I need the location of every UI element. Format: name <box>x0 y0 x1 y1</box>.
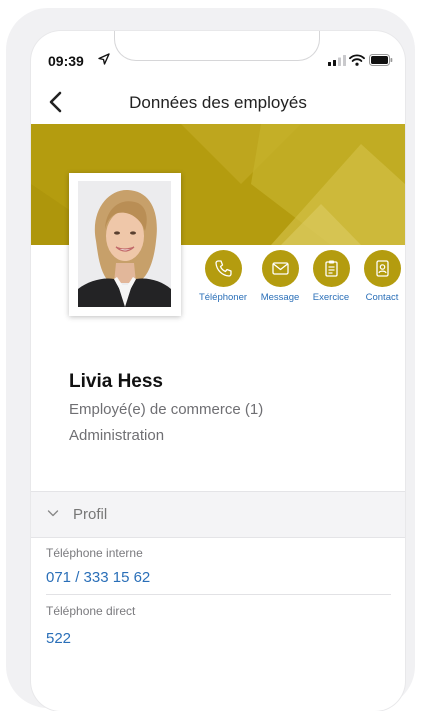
exercise-action-label: Exercice <box>312 292 350 303</box>
employee-name: Livia Hess <box>69 371 163 392</box>
message-action-button[interactable]: Message <box>252 250 308 303</box>
profile-photo <box>78 181 171 307</box>
message-action-circle <box>261 250 299 287</box>
status-bar: 09:39 <box>31 31 405 75</box>
direct-phone-link[interactable]: 522 <box>46 630 71 647</box>
internal-phone-link[interactable]: 071 / 333 15 62 <box>46 569 150 586</box>
location-arrow-icon <box>98 53 110 65</box>
call-action-label: Téléphoner <box>198 292 248 303</box>
chevron-down-icon <box>47 510 59 517</box>
internal-phone-label: Téléphone interne <box>46 546 143 560</box>
status-time: 09:39 <box>48 53 84 69</box>
call-action-button[interactable]: Téléphoner <box>195 250 251 303</box>
call-action-circle <box>204 250 242 287</box>
direct-phone-label: Téléphone direct <box>46 604 136 618</box>
page-title: Données des employés <box>129 93 307 112</box>
contact-card-icon <box>375 260 389 277</box>
mail-icon <box>271 262 289 275</box>
field-divider <box>46 594 391 595</box>
message-action-label: Message <box>260 292 300 303</box>
employee-role: Employé(e) de commerce (1) <box>69 401 264 418</box>
profile-photo-frame <box>69 173 181 316</box>
exercise-action-circle <box>312 250 350 287</box>
wifi-icon <box>349 54 365 66</box>
cellular-signal-icon <box>328 55 346 66</box>
phone-icon <box>214 260 232 277</box>
navigation-bar: Données des employés <box>31 81 405 123</box>
clipboard-icon <box>324 260 338 277</box>
profile-section-label: Profil <box>73 506 108 523</box>
exercise-action-button[interactable]: Exercice <box>303 250 359 303</box>
profile-section-header[interactable]: Profil <box>31 491 405 538</box>
contact-action-button[interactable]: Contact <box>354 250 405 303</box>
employee-department: Administration <box>69 427 165 444</box>
contact-action-circle <box>363 250 401 287</box>
device-notch <box>114 31 320 61</box>
contact-action-label: Contact <box>365 292 399 303</box>
battery-icon <box>369 54 393 66</box>
phone-screen: 09:39 Données des employés Téléphoner Me… <box>31 31 405 711</box>
